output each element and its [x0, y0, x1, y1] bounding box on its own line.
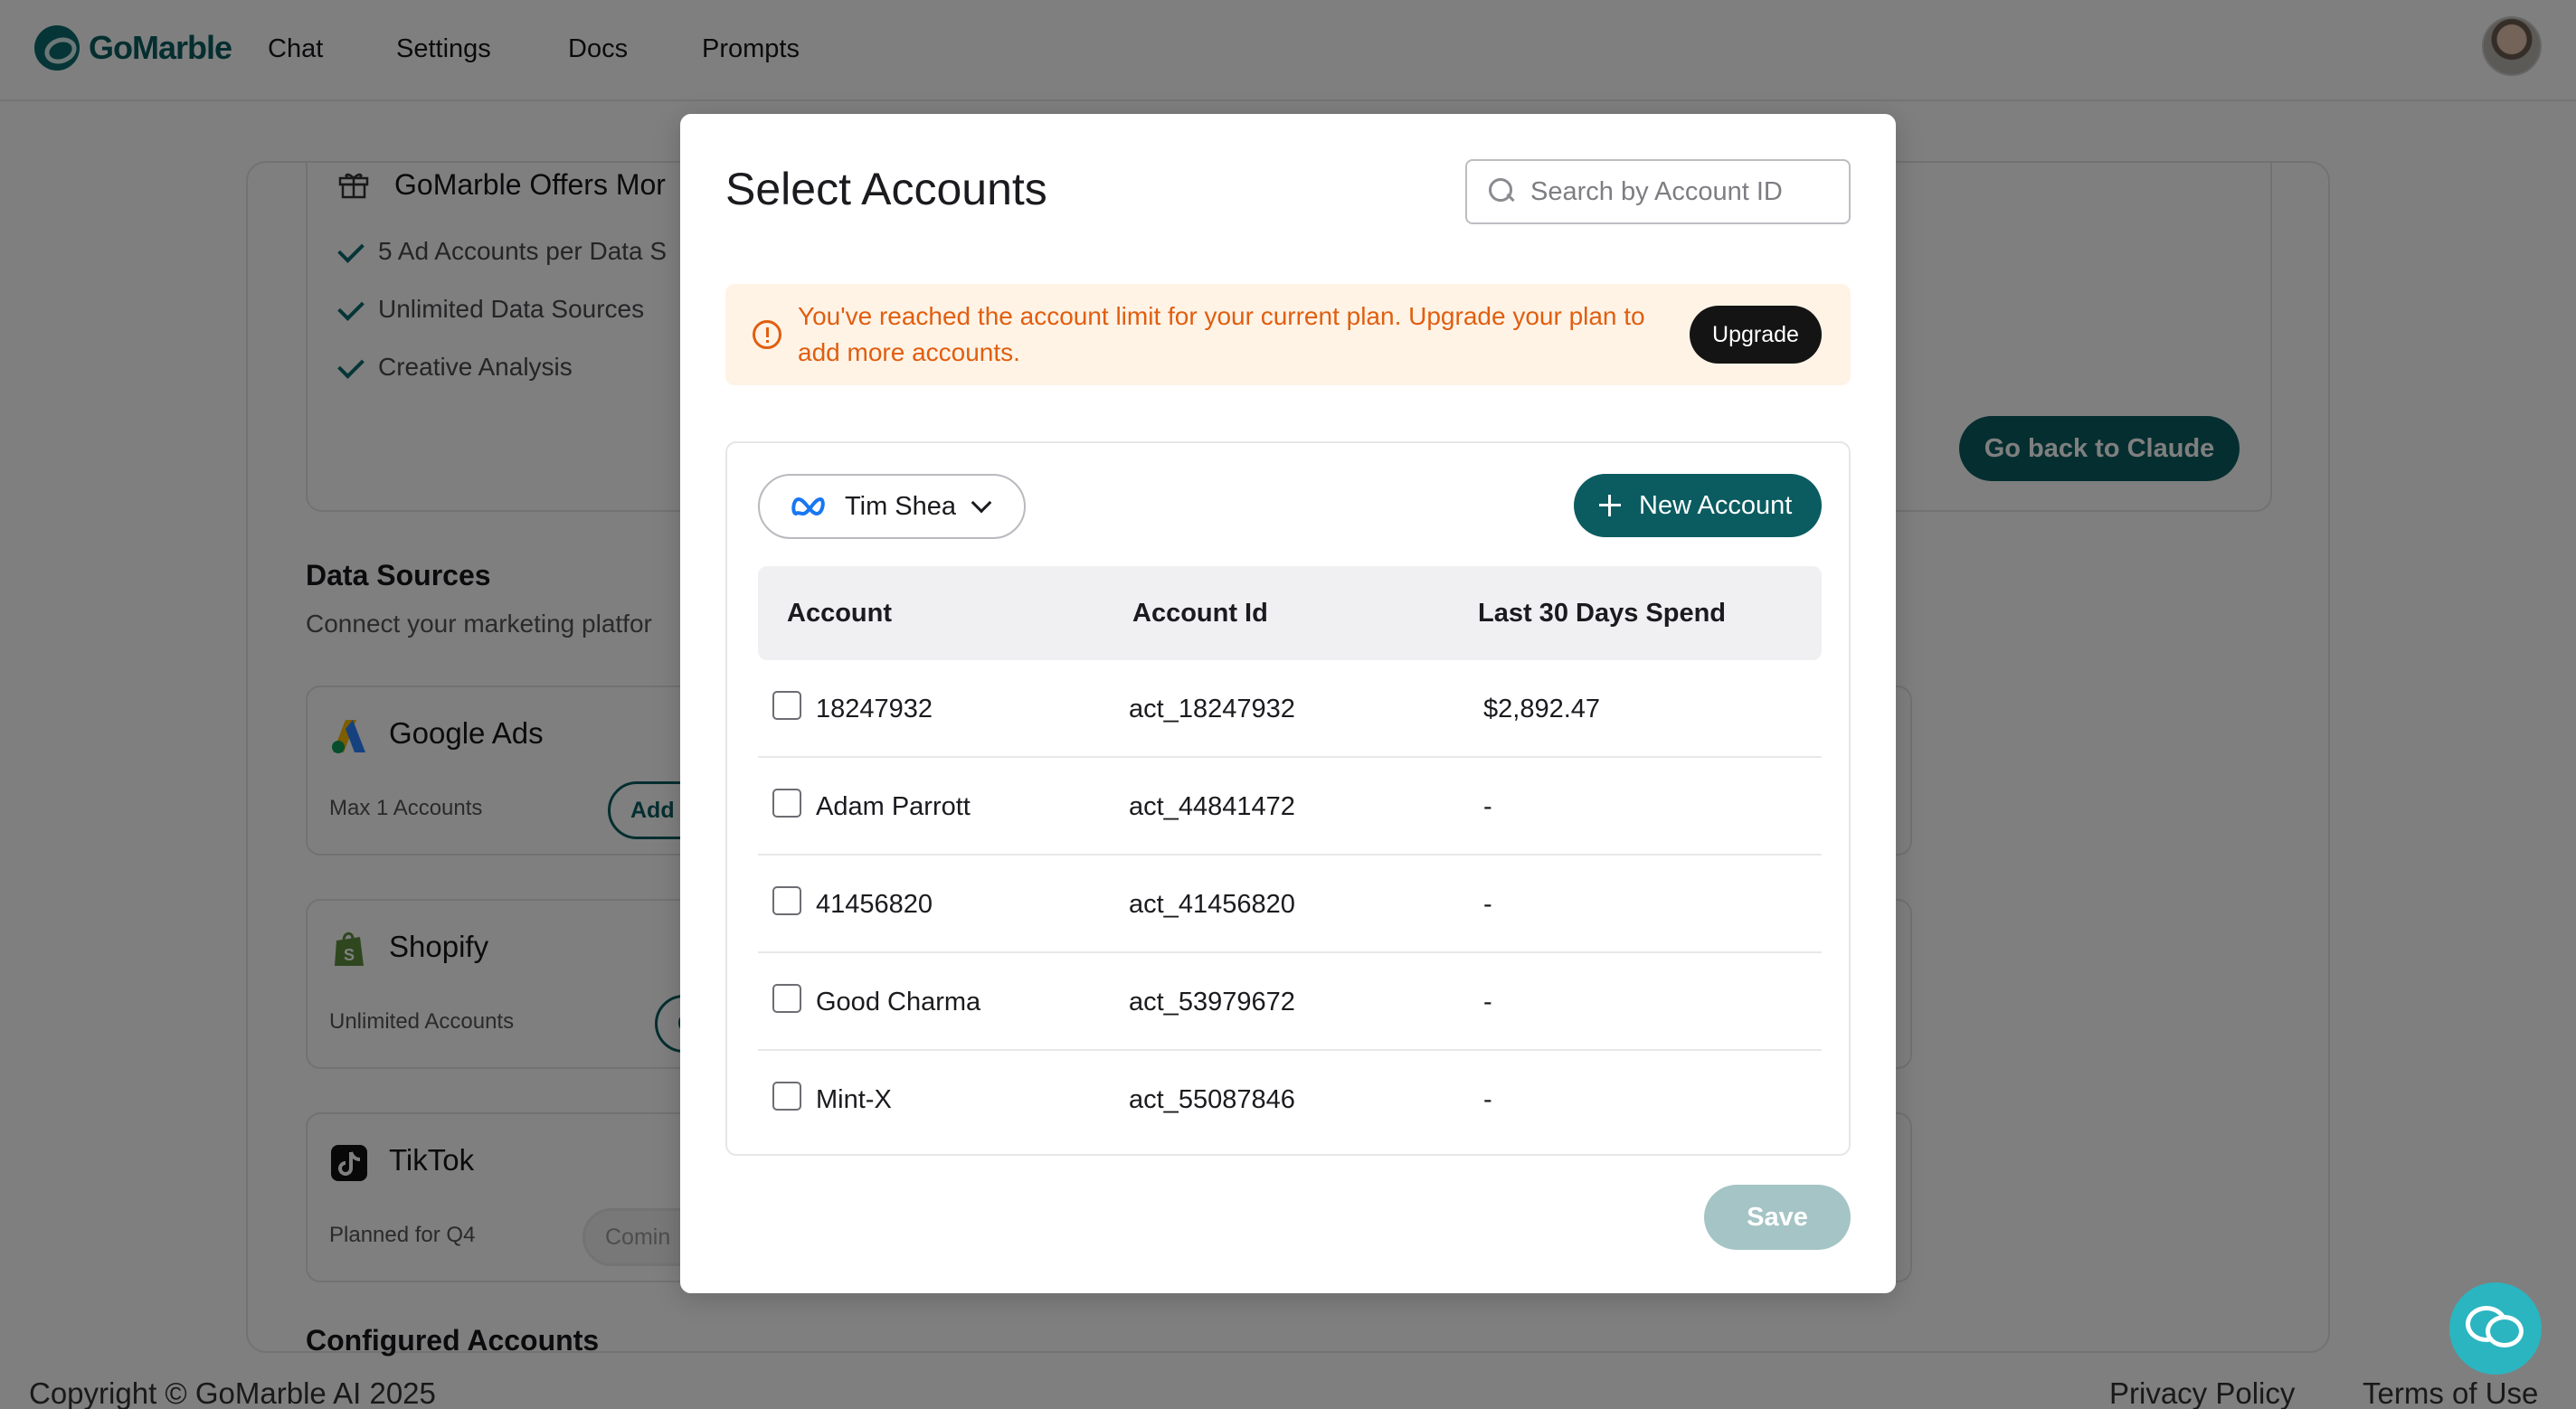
chat-icon-secondary	[2486, 1315, 2524, 1348]
meta-icon	[791, 496, 825, 516]
row-checkbox[interactable]	[772, 691, 801, 720]
column-header-account-id: Account Id	[1132, 599, 1268, 628]
plus-icon	[1599, 495, 1621, 516]
row-checkbox[interactable]	[772, 886, 801, 915]
account-limit-alert: You've reached the account limit for you…	[725, 284, 1851, 385]
select-accounts-modal: Select Accounts You've reached the accou…	[680, 114, 1896, 1293]
new-account-label: New Account	[1639, 490, 1793, 520]
account-name: Mint-X	[816, 1085, 892, 1114]
table-row[interactable]: Adam Parrott act_44841472 -	[758, 758, 1822, 856]
upgrade-button[interactable]: Upgrade	[1690, 306, 1822, 364]
save-button[interactable]: Save	[1704, 1185, 1851, 1250]
modal-title: Select Accounts	[725, 164, 1047, 214]
account-spend: -	[1483, 792, 1492, 821]
account-spend: -	[1483, 1085, 1492, 1114]
account-name: 41456820	[816, 890, 933, 919]
search-icon	[1487, 176, 1518, 207]
account-spend: -	[1483, 988, 1492, 1017]
accounts-panel: Tim Shea New Account Account Account Id …	[725, 441, 1851, 1156]
chevron-down-icon	[971, 492, 992, 514]
row-checkbox[interactable]	[772, 984, 801, 1013]
row-checkbox[interactable]	[772, 789, 801, 818]
table-row[interactable]: 41456820 act_41456820 -	[758, 856, 1822, 953]
account-name: Good Charma	[816, 988, 981, 1017]
table-row[interactable]: Good Charma act_53979672 -	[758, 953, 1822, 1051]
column-header-account: Account	[787, 599, 892, 628]
account-name: 18247932	[816, 695, 933, 723]
account-id: act_44841472	[1129, 792, 1295, 821]
row-checkbox[interactable]	[772, 1082, 801, 1111]
table-header: Account Account Id Last 30 Days Spend	[758, 566, 1822, 660]
account-spend: -	[1483, 890, 1492, 919]
account-name: Adam Parrott	[816, 792, 971, 821]
new-account-button[interactable]: New Account	[1574, 474, 1822, 537]
owner-label: Tim Shea	[845, 491, 957, 521]
account-search[interactable]	[1465, 159, 1851, 224]
warning-icon	[753, 320, 781, 349]
account-id: act_18247932	[1129, 695, 1295, 723]
column-header-spend: Last 30 Days Spend	[1478, 599, 1726, 628]
table-row[interactable]: 18247932 act_18247932 $2,892.47	[758, 660, 1822, 758]
account-id: act_41456820	[1129, 890, 1295, 919]
table-row[interactable]: Mint-X act_55087846 -	[758, 1051, 1822, 1149]
accounts-table: Account Account Id Last 30 Days Spend 18…	[758, 566, 1822, 1149]
account-search-input[interactable]	[1530, 176, 1820, 207]
account-spend: $2,892.47	[1483, 695, 1601, 723]
alert-message: You've reached the account limit for you…	[798, 302, 1645, 366]
account-id: act_55087846	[1129, 1085, 1295, 1114]
owner-dropdown[interactable]: Tim Shea	[758, 474, 1026, 539]
account-id: act_53979672	[1129, 988, 1295, 1017]
chat-support-button[interactable]	[2449, 1282, 2542, 1375]
